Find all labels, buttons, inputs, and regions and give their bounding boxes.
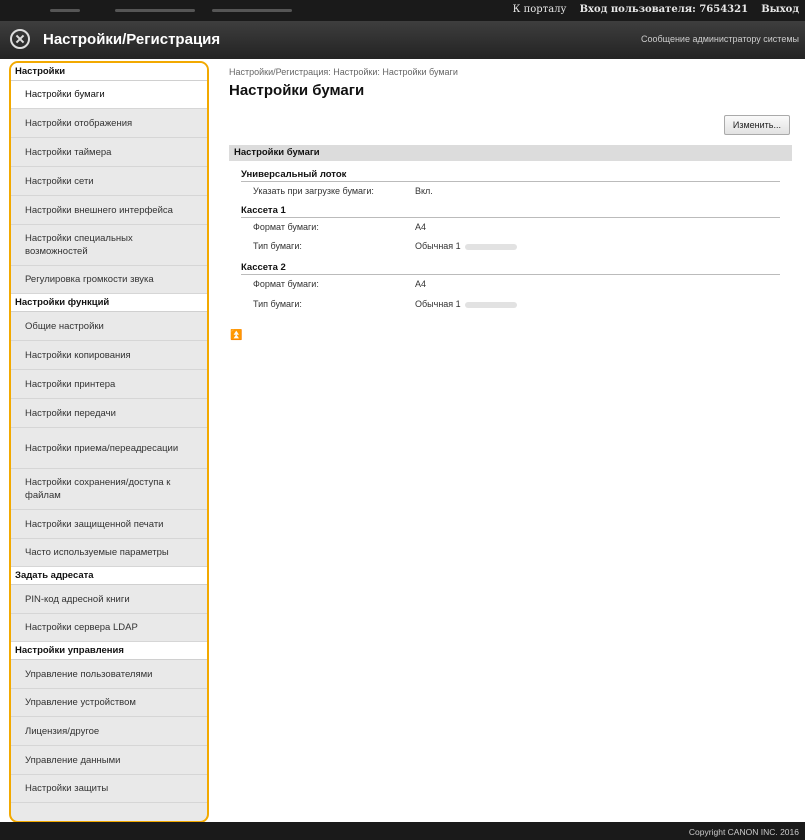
sidebar-item[interactable]: Настройки бумаги [11,81,207,109]
sidebar-item[interactable]: Настройки принтера [11,370,207,399]
portal-link[interactable]: К порталу [513,4,567,15]
sidebar-item[interactable]: Управление пользователями [11,660,207,689]
sidebar-item[interactable]: Управление данными [11,746,207,775]
divider [241,217,780,218]
setting-value: Обычная 1 [415,299,461,309]
setting-label: Формат бумаги: [253,222,319,232]
edit-button[interactable]: Изменить... [723,115,790,135]
sidebar-item[interactable]: Настройки специальных возможностей [11,225,207,266]
app-header: Настройки/Регистрация Сообщение админист… [0,21,805,59]
divider [241,181,780,182]
blurred-detail [464,243,517,250]
main-content: Настройки/Регистрация: Настройки: Настро… [229,67,792,341]
sidebar-item[interactable]: Управление устройством [11,689,207,717]
sidebar-item[interactable]: Регулировка громкости звука [11,266,207,294]
sidebar-item[interactable]: Настройки сервера LDAP [11,614,207,642]
sidebar-item[interactable]: Настройки внешнего интерфейса [11,196,207,225]
blurred-title [50,9,80,12]
sidebar-item[interactable]: Настройки копирования [11,341,207,370]
setting-label: Формат бумаги: [253,279,319,289]
sidebar-item[interactable]: Лицензия/другое [11,717,207,746]
back-to-top-icon[interactable]: ⏫ [230,330,242,341]
setting-value: Обычная 1 [415,241,461,251]
group-title: Кассета 1 [241,205,286,216]
sidebar-item[interactable]: Настройки защищенной печати [11,510,207,539]
admin-message-link[interactable]: Сообщение администратору системы [641,34,799,44]
footer: Copyright CANON INC. 2016 [0,822,805,840]
sidebar-section-heading: Настройки [11,63,207,81]
sidebar: Настройки Настройки бумаги Настройки отобр… [9,61,209,823]
sidebar-item[interactable]: Общие настройки [11,312,207,341]
settings-logo-icon [10,29,30,49]
sidebar-item[interactable]: Настройки сети [11,167,207,196]
sidebar-item[interactable]: Настройки таймера [11,138,207,167]
setting-value: Вкл. [415,186,433,196]
breadcrumb: Настройки/Регистрация: Настройки: Настро… [229,67,458,77]
sidebar-section-heading: Настройки функций [11,294,207,312]
top-bar: К порталу Вход пользователя: 7654321 Вых… [0,0,805,21]
logout-link[interactable]: Выход [761,4,799,15]
setting-value: A4 [415,222,427,232]
sidebar-item[interactable]: Часто используемые параметры [11,539,207,567]
sidebar-item[interactable]: Настройки отображения [11,109,207,138]
divider [241,274,780,275]
sidebar-item[interactable]: Настройки сохранения/доступа к файлам [11,469,207,510]
group-title: Универсальный лоток [241,169,347,180]
sidebar-section-heading: Настройки управления [11,642,207,660]
blurred-title [115,9,195,12]
sidebar-section-heading: Задать адресата [11,567,207,585]
section-title: Настройки бумаги [229,145,792,161]
page-title: Настройки бумаги [229,82,365,99]
copyright: Copyright CANON INC. 2016 [688,827,799,837]
app-title: Настройки/Регистрация [43,31,221,48]
setting-value-cell: Обычная 1 [415,241,517,251]
setting-label: Тип бумаги: [253,299,302,309]
group-title: Кассета 2 [241,262,286,273]
login-user-label: Вход пользователя: 7654321 [579,4,749,15]
blurred-detail [464,301,517,308]
setting-label: Указать при загрузке бумаги: [253,186,374,196]
sidebar-item[interactable]: PIN-код адресной книги [11,585,207,614]
blurred-title [212,9,292,12]
sidebar-item[interactable]: Настройки защиты [11,775,207,803]
setting-label: Тип бумаги: [253,241,302,251]
sidebar-item[interactable]: Настройки передачи [11,399,207,428]
setting-value: A4 [415,279,427,289]
sidebar-item[interactable]: Настройки приема/переадресации [11,428,207,469]
setting-value-cell: Обычная 1 [415,299,517,309]
